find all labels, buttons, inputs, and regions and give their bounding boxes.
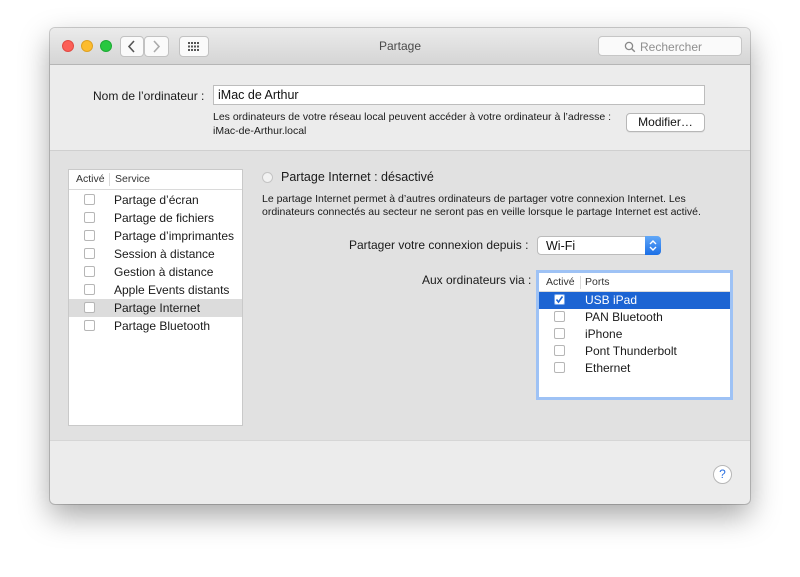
service-label: Partage d’imprimantes bbox=[114, 229, 235, 243]
service-row-session[interactable]: Session à distance bbox=[69, 245, 242, 263]
show-all-button[interactable] bbox=[179, 36, 209, 57]
port-row-ethernet[interactable]: Ethernet bbox=[539, 360, 730, 377]
close-button[interactable] bbox=[62, 40, 74, 52]
services-header-service: Service bbox=[115, 173, 151, 185]
header-separator bbox=[580, 276, 581, 289]
service-checkbox[interactable] bbox=[84, 284, 95, 295]
search-icon bbox=[624, 41, 636, 53]
sharing-pane: Activé Service Partage d’écran Partage d… bbox=[50, 150, 750, 441]
status-indicator bbox=[262, 172, 273, 183]
port-checkbox[interactable] bbox=[554, 294, 565, 305]
port-checkbox[interactable] bbox=[554, 362, 565, 373]
share-from-popup[interactable]: Wi-Fi bbox=[537, 236, 661, 255]
port-row-pan-bluetooth[interactable]: PAN Bluetooth bbox=[539, 309, 730, 326]
port-row-thunderbolt[interactable]: Pont Thunderbolt bbox=[539, 343, 730, 360]
port-label: PAN Bluetooth bbox=[585, 310, 663, 324]
chevron-right-icon bbox=[153, 40, 161, 53]
service-label: Partage Bluetooth bbox=[114, 319, 211, 333]
service-row-gestion[interactable]: Gestion à distance bbox=[69, 263, 242, 281]
search-placeholder: Rechercher bbox=[640, 40, 703, 54]
service-checkbox[interactable] bbox=[84, 302, 95, 313]
port-row-iphone[interactable]: iPhone bbox=[539, 326, 730, 343]
window-title: Partage bbox=[378, 39, 422, 53]
service-row-fichiers[interactable]: Partage de fichiers bbox=[69, 209, 242, 227]
service-row-bluetooth[interactable]: Partage Bluetooth bbox=[69, 317, 242, 335]
header-divider bbox=[69, 189, 242, 190]
popup-arrows bbox=[645, 236, 661, 255]
share-from-value: Wi-Fi bbox=[546, 239, 576, 253]
service-checkbox[interactable] bbox=[84, 320, 95, 331]
internet-sharing-description: Le partage Internet permet à d’autres or… bbox=[262, 193, 686, 205]
network-address-description: Les ordinateurs de votre réseau local pe… bbox=[213, 111, 612, 123]
help-button[interactable]: ? bbox=[713, 465, 732, 484]
service-label: Apple Events distants bbox=[114, 283, 230, 297]
service-row-internet[interactable]: Partage Internet bbox=[69, 299, 242, 317]
ports-header-ports: Ports bbox=[585, 276, 610, 288]
share-from-label: Partager votre connexion depuis : bbox=[349, 238, 529, 252]
service-label: Session à distance bbox=[114, 247, 215, 261]
port-row-usb-ipad[interactable]: USB iPad bbox=[539, 292, 730, 309]
grid-icon bbox=[188, 42, 199, 51]
port-label: Pont Thunderbolt bbox=[585, 344, 677, 358]
service-label: Gestion à distance bbox=[114, 265, 214, 279]
ports-table: Activé Ports USB iPad PAN Bluetooth iPho… bbox=[536, 270, 733, 400]
internet-sharing-status: Partage Internet : désactivé bbox=[281, 170, 434, 184]
service-label: Partage de fichiers bbox=[114, 211, 215, 225]
search-field[interactable]: Rechercher bbox=[598, 36, 742, 56]
back-button[interactable] bbox=[120, 36, 144, 57]
port-label: Ethernet bbox=[585, 361, 631, 375]
ports-header-active: Activé bbox=[546, 276, 575, 288]
forward-button[interactable] bbox=[144, 36, 169, 57]
port-label: iPhone bbox=[585, 327, 623, 341]
port-checkbox[interactable] bbox=[554, 311, 565, 322]
to-computers-label: Aux ordinateurs via : bbox=[422, 273, 532, 287]
service-row-ecran[interactable]: Partage d’écran bbox=[69, 191, 242, 209]
title-bar: Partage Rechercher bbox=[50, 28, 750, 65]
minimize-button[interactable] bbox=[81, 40, 93, 52]
zoom-button[interactable] bbox=[100, 40, 112, 52]
chevron-left-icon bbox=[127, 40, 135, 53]
port-checkbox[interactable] bbox=[554, 328, 565, 339]
service-row-apple-events[interactable]: Apple Events distants bbox=[69, 281, 242, 299]
services-header-active: Activé bbox=[76, 173, 105, 185]
service-label: Partage Internet bbox=[114, 301, 201, 315]
edit-name-button[interactable]: Modifier… bbox=[626, 113, 705, 132]
computer-name-field[interactable]: iMac de Arthur bbox=[213, 85, 705, 105]
service-checkbox[interactable] bbox=[84, 194, 95, 205]
computer-name-label: Nom de l’ordinateur : bbox=[93, 89, 205, 103]
internet-sharing-description-2: ordinateurs connectés au secteur ne sero… bbox=[262, 206, 701, 218]
service-checkbox[interactable] bbox=[84, 266, 95, 277]
header-separator bbox=[109, 173, 110, 186]
checkmark-icon bbox=[555, 296, 564, 304]
services-table: Activé Service Partage d’écran Partage d… bbox=[68, 169, 243, 426]
port-checkbox[interactable] bbox=[554, 345, 565, 356]
preferences-window: Partage Rechercher Nom de l’ordinateur :… bbox=[50, 28, 750, 504]
service-checkbox[interactable] bbox=[84, 248, 95, 259]
port-label: USB iPad bbox=[585, 293, 638, 307]
network-address: iMac-de-Arthur.local bbox=[213, 125, 307, 137]
service-checkbox[interactable] bbox=[84, 230, 95, 241]
service-row-imprimantes[interactable]: Partage d’imprimantes bbox=[69, 227, 242, 245]
service-label: Partage d’écran bbox=[114, 193, 199, 207]
service-checkbox[interactable] bbox=[84, 212, 95, 223]
chevron-up-down-icon bbox=[649, 240, 657, 251]
